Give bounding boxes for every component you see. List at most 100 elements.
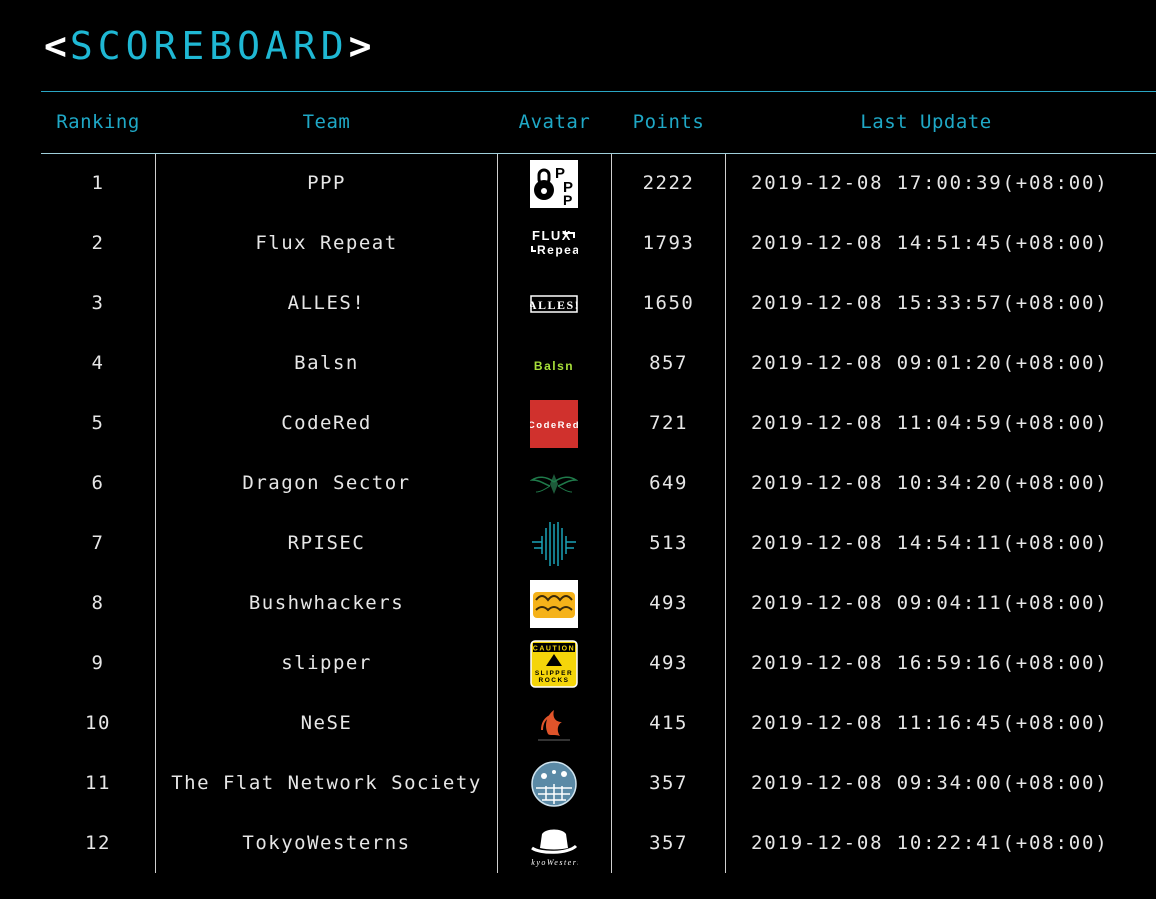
nese-logo-icon[interactable]	[530, 700, 578, 748]
table-row[interactable]: 5 CodeRed CodeRed 721 2019-12-08 11:04:59(+0…	[41, 394, 1156, 454]
last-update-cell: 2019-12-08 09:04:11(+08:00)	[751, 592, 1109, 614]
last-update-cell: 2019-12-08 14:54:11(+08:00)	[751, 532, 1109, 554]
svg-text:Balsn: Balsn	[534, 359, 574, 373]
table-row[interactable]: 4 Balsn Balsn 857 2019-12-08 09:01:20(+08:00…	[41, 334, 1156, 394]
column-header-avatar[interactable]: Avatar	[498, 92, 611, 153]
codered-logo-icon[interactable]: CodeRed	[530, 400, 578, 448]
last-update-cell: 2019-12-08 15:33:57(+08:00)	[751, 292, 1109, 314]
flux-repeat-logo-icon[interactable]: FLUXRepeat	[530, 220, 578, 268]
team-name-cell[interactable]: ALLES!	[156, 274, 497, 334]
points-cell: 357	[649, 772, 688, 794]
svg-text:CAUTION: CAUTION	[533, 646, 575, 653]
avatar-cell: Balsn	[498, 334, 611, 394]
team-name-cell[interactable]: Bushwhackers	[156, 574, 497, 634]
last-update-cell: 2019-12-08 11:16:45(+08:00)	[751, 712, 1109, 734]
column-header-last-update[interactable]: Last Update	[726, 92, 1126, 153]
points-cell: 493	[649, 652, 688, 674]
alles-logo-icon[interactable]: ALLES!	[530, 280, 578, 328]
svg-text:ROCKS: ROCKS	[539, 677, 570, 684]
avatar-cell: PPP	[498, 154, 611, 214]
title-close-bracket: >	[348, 24, 375, 68]
table-row[interactable]: 7 RPISEC 513 2019-12-08 14:54:11(+08:00)	[41, 514, 1156, 574]
title-word: SCOREBOARD	[69, 24, 349, 68]
slipper-caution-logo-icon[interactable]: CAUTION SLIPPER ROCKS	[530, 640, 578, 688]
avatar-cell	[498, 694, 611, 754]
rank-cell: 4	[91, 352, 105, 374]
points-cell: 2222	[642, 172, 695, 194]
page-title: < SCOREBOARD >	[44, 24, 375, 68]
rank-cell: 11	[85, 772, 111, 794]
team-name-cell[interactable]: Balsn	[156, 334, 497, 394]
table-row[interactable]: 3 ALLES! ALLES! 1650 2019-12-08 15:33:57(+08…	[41, 274, 1156, 334]
points-cell: 649	[649, 472, 688, 494]
bushwhackers-logo-icon[interactable]	[530, 580, 578, 628]
team-name-cell[interactable]: slipper	[156, 634, 497, 694]
team-name-cell[interactable]: Dragon Sector	[156, 454, 497, 514]
svg-text:SLIPPER: SLIPPER	[535, 670, 573, 677]
avatar-cell: CodeRed	[498, 394, 611, 454]
team-name-cell[interactable]: TokyoWesterns	[156, 814, 497, 874]
rank-cell: 6	[91, 472, 105, 494]
table-row[interactable]: 10 NeSE 415 2019-12-08 11:16:45(+08:00)	[41, 694, 1156, 754]
avatar-cell	[498, 454, 611, 514]
table-row[interactable]: 2 Flux Repeat FLUXRepeat 1793 2019-12-08 14:…	[41, 214, 1156, 274]
table-row[interactable]: 12 TokyoWesterns TokyoWesterns 357 2019-12-0…	[41, 814, 1156, 874]
last-update-cell: 2019-12-08 10:22:41(+08:00)	[751, 832, 1109, 854]
rank-cell: 8	[91, 592, 105, 614]
points-cell: 1793	[642, 232, 695, 254]
column-header-team[interactable]: Team	[156, 92, 497, 153]
flat-network-society-logo-icon[interactable]	[530, 760, 578, 808]
points-cell: 513	[649, 532, 688, 554]
column-header-points[interactable]: Points	[612, 92, 725, 153]
team-name-cell[interactable]: CodeRed	[156, 394, 497, 454]
last-update-cell: 2019-12-08 16:59:16(+08:00)	[751, 652, 1109, 674]
rpisec-logo-icon[interactable]	[530, 520, 578, 568]
tokyowesterns-logo-icon[interactable]: TokyoWesterns	[530, 820, 578, 868]
points-cell: 415	[649, 712, 688, 734]
team-name-cell[interactable]: NeSE	[156, 694, 497, 754]
team-name-cell[interactable]: Flux Repeat	[156, 214, 497, 274]
table-row[interactable]: 9 slipper CAUTION SLIPPER ROCKS 493 2019-12-08…	[41, 634, 1156, 694]
title-open-bracket: <	[44, 24, 70, 68]
svg-text:ALLES!: ALLES!	[530, 298, 578, 312]
balsn-logo-icon[interactable]: Balsn	[530, 340, 578, 388]
avatar-cell: TokyoWesterns	[498, 814, 611, 874]
team-name-cell[interactable]: The Flat Network Society	[156, 754, 497, 814]
rank-cell: 3	[91, 292, 105, 314]
points-cell: 857	[649, 352, 688, 374]
points-cell: 357	[649, 832, 688, 854]
rank-cell: 1	[91, 172, 105, 194]
rank-cell: 12	[85, 832, 111, 854]
points-cell: 721	[649, 412, 688, 434]
team-name-cell[interactable]: PPP	[156, 154, 497, 214]
last-update-cell: 2019-12-08 17:00:39(+08:00)	[751, 172, 1109, 194]
avatar-cell	[498, 514, 611, 574]
scoreboard-table-body: 1 PPP P P P 2222 2019-12-08 17:00:39(+08:00) 2 F…	[41, 154, 1156, 874]
dragon-sector-logo-icon[interactable]	[530, 460, 578, 508]
avatar-cell	[498, 574, 611, 634]
last-update-cell: 2019-12-08 09:01:20(+08:00)	[751, 352, 1109, 374]
column-header-ranking[interactable]: Ranking	[41, 92, 155, 153]
table-row[interactable]: 6 Dragon Sector 649 2019-12-08 10:34:20(+08…	[41, 454, 1156, 514]
svg-text:CodeRed: CodeRed	[530, 420, 578, 431]
rank-cell: 10	[85, 712, 111, 734]
rank-cell: 7	[91, 532, 105, 554]
table-row[interactable]: 11 The Flat Network Society 357 2019-12-08 …	[41, 754, 1156, 814]
avatar-cell: CAUTION SLIPPER ROCKS	[498, 634, 611, 694]
rank-cell: 5	[91, 412, 105, 434]
table-row[interactable]: 1 PPP P P P 2222 2019-12-08 17:00:39(+08:00)	[41, 154, 1156, 214]
ppp-logo-icon[interactable]: PPP	[530, 160, 578, 208]
avatar-cell	[498, 754, 611, 814]
table-row[interactable]: 8 Bushwhackers 493 2019-12-08 09:04:11(+08:…	[41, 574, 1156, 634]
last-update-cell: 2019-12-08 14:51:45(+08:00)	[751, 232, 1109, 254]
svg-text:Repeat: Repeat	[537, 243, 578, 257]
svg-text:P: P	[563, 192, 574, 208]
rank-cell: 2	[91, 232, 105, 254]
rank-cell: 9	[91, 652, 105, 674]
team-name-cell[interactable]: RPISEC	[156, 514, 497, 574]
last-update-cell: 2019-12-08 10:34:20(+08:00)	[751, 472, 1109, 494]
avatar-cell: FLUXRepeat	[498, 214, 611, 274]
avatar-cell: ALLES!	[498, 274, 611, 334]
table-header: Ranking Team Avatar Points Last Update	[41, 92, 1156, 153]
last-update-cell: 2019-12-08 09:34:00(+08:00)	[751, 772, 1109, 794]
